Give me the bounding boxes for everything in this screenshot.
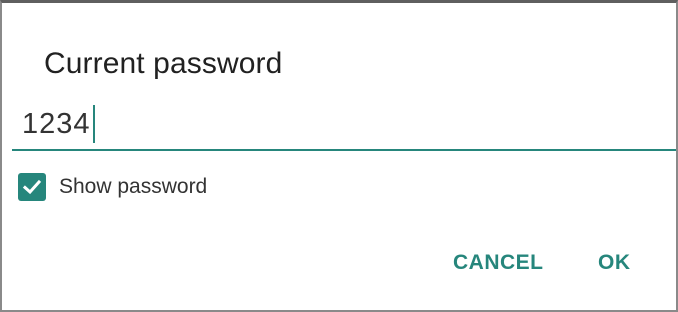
show-password-option[interactable]: Show password [18, 171, 207, 203]
ok-button[interactable]: OK [598, 251, 631, 275]
password-value: 1234 [22, 108, 91, 140]
password-field[interactable]: 1234 [12, 101, 676, 151]
cancel-button[interactable]: CANCEL [453, 251, 544, 275]
password-input[interactable]: 1234 [22, 105, 95, 143]
show-password-label: Show password [59, 175, 208, 198]
show-password-checkbox[interactable] [18, 173, 46, 201]
dialog-title: Current password [44, 47, 283, 80]
current-password-dialog: Current password 1234 Show password CANC… [0, 0, 678, 312]
text-caret [92, 105, 95, 143]
checkmark-icon [22, 179, 42, 195]
